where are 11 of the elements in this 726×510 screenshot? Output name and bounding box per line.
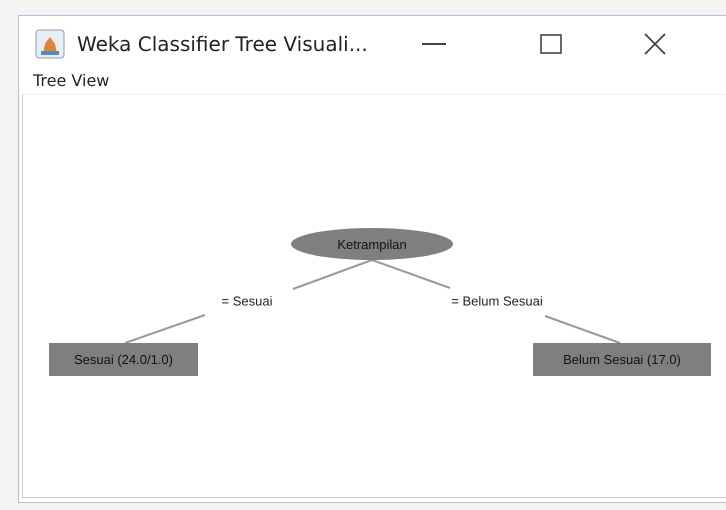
panel-title: Tree View — [33, 72, 110, 90]
minimize-icon[interactable] — [422, 42, 446, 46]
close-icon[interactable] — [644, 32, 666, 54]
app-icon — [35, 28, 65, 58]
maximize-icon[interactable] — [540, 34, 562, 54]
edge-label: = Sesuai — [220, 294, 274, 308]
tree-node[interactable]: Belum Sesuai (17.0) — [533, 343, 711, 376]
tree-node[interactable]: Ketrampilan — [291, 228, 453, 260]
edge-label: = Belum Sesuai — [449, 294, 545, 308]
tree-node[interactable]: Sesuai (24.0/1.0) — [49, 343, 198, 376]
window-title: Weka Classifier Tree Visuali... — [77, 32, 368, 56]
